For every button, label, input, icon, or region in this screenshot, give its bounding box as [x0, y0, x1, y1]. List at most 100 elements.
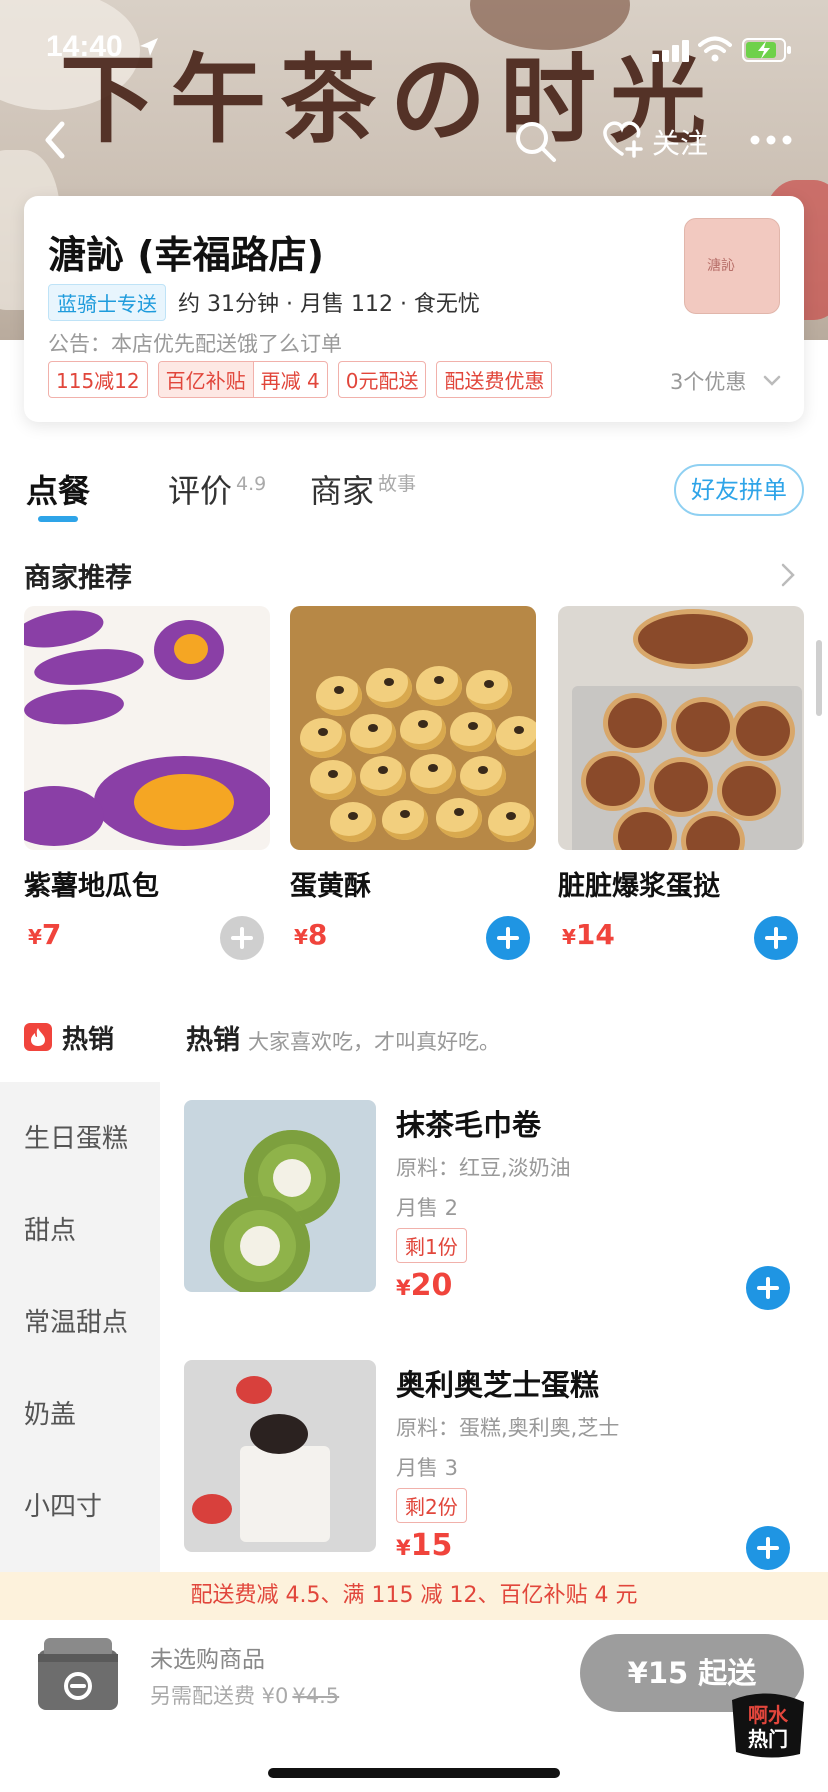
sidebar-item-hot[interactable]: 热销 — [24, 1020, 114, 1055]
tab-merchant-sub: 故事 — [378, 473, 417, 496]
category-sidebar: 生日蛋糕 甜点 常温甜点 奶盖 小四寸 — [0, 1082, 160, 1572]
product-price: ¥20 — [396, 1268, 452, 1303]
recommended-item[interactable]: 脏脏爆浆蛋挞 ¥14 — [558, 606, 804, 966]
price-value: 15 — [410, 1528, 453, 1563]
stock-badge: 剩1份 — [396, 1228, 467, 1263]
top-nav: 关注 — [0, 100, 828, 180]
promo-tag: 配送费优惠 — [436, 360, 553, 398]
recommended-item-name: 紫薯地瓜包 — [24, 871, 159, 902]
product-sales: 月售 3 — [396, 1456, 459, 1480]
heart-plus-icon — [603, 121, 643, 158]
rider-badge: 蓝骑士专送 — [48, 283, 166, 321]
currency-symbol: ¥ — [294, 925, 308, 949]
review-score: 4.9 — [236, 473, 267, 496]
search-icon[interactable] — [512, 118, 558, 164]
product-name: 抹茶毛巾卷 — [396, 1108, 542, 1142]
food-image[interactable] — [290, 606, 536, 850]
back-icon[interactable] — [36, 118, 76, 162]
promo-tag: 115减12 — [48, 360, 148, 398]
product-sales: 月售 2 — [396, 1196, 459, 1220]
recommended-item[interactable]: 蛋黄酥 ¥8 — [290, 606, 536, 966]
shop-meta: 约 31分钟 · 月售 112 · 食无忧 — [178, 292, 480, 317]
currency-symbol: ¥ — [28, 925, 42, 949]
cart-empty-text: 未选购商品 — [150, 1647, 265, 1673]
delivery-fee-value: 另需配送费 ¥0 — [150, 1684, 289, 1708]
add-to-cart-button[interactable] — [754, 916, 798, 960]
more-icon[interactable] — [748, 120, 794, 160]
sidebar-item-dessert[interactable]: 甜点 — [24, 1210, 76, 1247]
chevron-right-icon[interactable] — [780, 562, 796, 588]
hot-subtitle: 大家喜欢吃，才叫真好吃。 — [248, 1030, 500, 1054]
price-value: 20 — [410, 1268, 453, 1303]
subsidy-tag: 百亿补贴 再减 4 — [157, 360, 328, 398]
currency-symbol: ¥ — [396, 1536, 411, 1560]
discount-banner: 配送费减 4.5、满 115 减 12、百亿补贴 4 元 — [0, 1572, 828, 1620]
recommended-item-price: ¥7 — [28, 918, 61, 951]
sidebar-item-room-temp-dessert[interactable]: 常温甜点 — [24, 1302, 128, 1339]
fire-icon — [24, 1023, 52, 1051]
shop-logo[interactable]: 溏訫 — [684, 218, 780, 314]
shop-logo-text: 溏訫 — [707, 258, 735, 274]
shop-name: 溏訫 (幸福路店) — [48, 233, 324, 277]
currency-symbol: ¥ — [396, 1276, 411, 1300]
follow-label: 关注 — [652, 127, 709, 160]
scroll-indicator — [816, 640, 822, 716]
cart-box-icon[interactable] — [34, 1628, 122, 1716]
food-image[interactable] — [184, 1100, 376, 1292]
price-value: 7 — [41, 918, 62, 951]
food-image[interactable] — [24, 606, 270, 850]
signal-icon — [652, 40, 689, 62]
tab-review-label: 评价 — [168, 472, 233, 510]
tab-order[interactable]: 点餐 — [26, 466, 90, 512]
group-order-button[interactable]: 好友拼单 — [674, 464, 804, 516]
location-arrow-icon — [140, 38, 158, 56]
hot-section-header: 热销 大家喜欢吃，才叫真好吃。 — [186, 1018, 500, 1057]
promo-tag: 0元配送 — [337, 360, 427, 398]
product-ingredients: 原料：红豆,淡奶油 — [396, 1156, 571, 1180]
add-to-cart-button[interactable] — [746, 1266, 790, 1310]
sidebar-item-birthday-cake[interactable]: 生日蛋糕 — [24, 1118, 128, 1155]
watermark-logo: 啊水 热门 — [732, 1693, 804, 1758]
battery-charging-icon — [742, 38, 791, 62]
sidebar-item-milk-cap[interactable]: 奶盖 — [24, 1394, 76, 1431]
tab-order-label: 点餐 — [26, 472, 91, 510]
price-value: 8 — [307, 918, 328, 951]
recommended-item-name: 脏脏爆浆蛋挞 — [558, 871, 720, 902]
chevron-down-icon[interactable] — [762, 374, 782, 388]
shop-tabs: 点餐 评价 4.9 商家 故事 好友拼单 — [0, 444, 828, 524]
svg-text:啊水: 啊水 — [748, 1703, 789, 1727]
add-to-cart-button[interactable] — [486, 916, 530, 960]
subsidy-label: 百亿补贴 — [158, 361, 254, 397]
product-ingredients: 原料：蛋糕,奥利奥,芝士 — [396, 1416, 620, 1440]
promo-tags[interactable]: 115减12 百亿补贴 再减 4 0元配送 配送费优惠 — [48, 360, 553, 398]
tab-review[interactable]: 评价 4.9 — [168, 466, 266, 512]
svg-text:热门: 热门 — [748, 1727, 788, 1751]
status-bar: 14:40 — [0, 0, 828, 96]
subsidy-value: 再减 4 — [260, 368, 320, 393]
delivery-fee-text: 另需配送费 ¥0 ¥4.5 — [150, 1680, 339, 1710]
product-item[interactable]: 奥利奥芝士蛋糕 原料：蛋糕,奥利奥,芝士 月售 3 剩2份 ¥15 — [184, 1360, 804, 1570]
offers-count[interactable]: 3个优惠 — [670, 366, 746, 396]
sidebar-item-four-inch[interactable]: 小四寸 — [24, 1486, 102, 1523]
follow-button[interactable]: 关注 — [600, 114, 720, 164]
shop-meta-row: 蓝骑士专送 约 31分钟 · 月售 112 · 食无忧 — [48, 283, 480, 321]
food-image[interactable] — [184, 1360, 376, 1552]
shop-info-card: 溏訫 (幸福路店) 溏訫 蓝骑士专送 约 31分钟 · 月售 112 · 食无忧… — [24, 196, 804, 422]
add-to-cart-button[interactable] — [220, 916, 264, 960]
add-to-cart-button[interactable] — [746, 1526, 790, 1570]
recommended-item-price: ¥8 — [294, 918, 327, 951]
product-price: ¥15 — [396, 1528, 452, 1563]
wifi-icon — [698, 36, 732, 62]
product-name: 奥利奥芝士蛋糕 — [396, 1368, 600, 1402]
recommended-item-price: ¥14 — [562, 918, 615, 951]
price-value: 14 — [575, 918, 615, 951]
shop-notice: 公告：本店优先配送饿了么订单 — [48, 332, 342, 356]
recommended-item[interactable]: 紫薯地瓜包 ¥7 — [24, 606, 270, 966]
delivery-fee-original: ¥4.5 — [292, 1684, 340, 1708]
home-indicator — [268, 1768, 560, 1778]
product-item[interactable]: 抹茶毛巾卷 原料：红豆,淡奶油 月售 2 剩1份 ¥20 — [184, 1100, 804, 1310]
tab-merchant-label: 商家 — [310, 472, 375, 510]
food-image[interactable] — [558, 606, 804, 850]
tab-merchant[interactable]: 商家 故事 — [310, 466, 416, 512]
stock-badge: 剩2份 — [396, 1488, 467, 1523]
